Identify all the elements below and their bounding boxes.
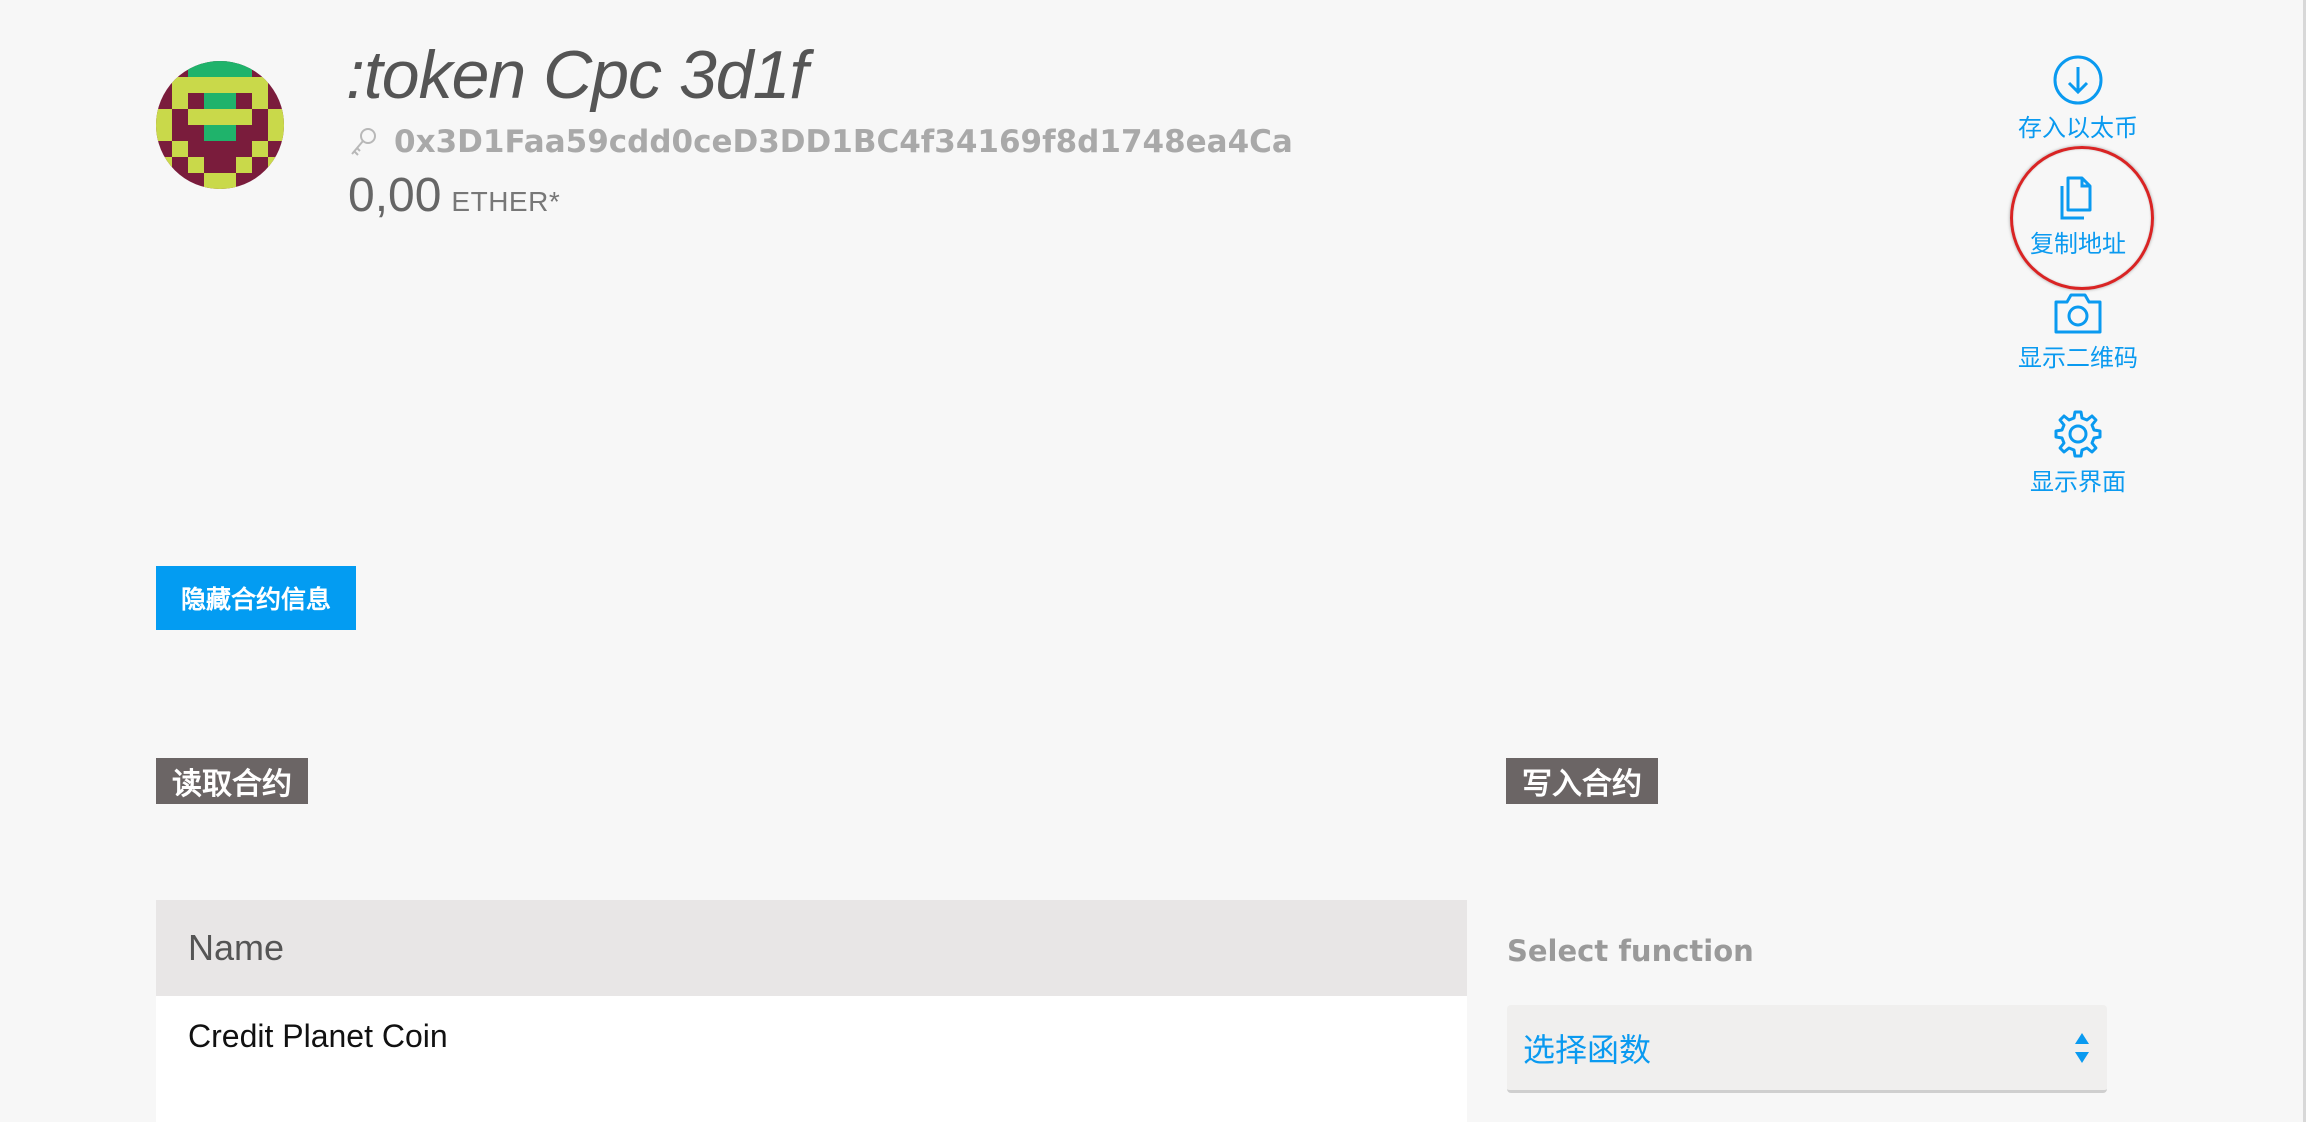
read-name-value: Credit Planet Coin [156,996,1467,1122]
read-contract-table: Name Credit Planet Coin [156,900,1467,1122]
gear-icon [2052,408,2104,460]
page-title: :token Cpc 3d1f [346,37,808,113]
camera-icon [2052,290,2104,336]
select-function-label: Select function [1507,934,1754,968]
address-row: 0x3D1Faa59cdd0ceD3DD1BC4f34169f8d1748ea4… [348,124,1293,160]
hide-contract-info-button[interactable]: 隐藏合约信息 [156,566,356,630]
identicon-avatar [156,61,284,189]
balance-currency: ETHER* [451,186,561,217]
balance-row: 0,00 ETHER* [348,168,560,223]
show-qr-button[interactable]: 显示二维码 [2000,290,2156,373]
show-qr-label: 显示二维码 [2018,344,2138,372]
write-contract-label: 写入合约 [1506,758,1658,804]
show-interface-button[interactable]: 显示界面 [2000,408,2156,497]
balance-value: 0,00 [348,169,442,222]
key-icon [348,126,378,158]
contract-address[interactable]: 0x3D1Faa59cdd0ceD3DD1BC4f34169f8d1748ea4… [394,124,1293,160]
select-function-value: 选择函数 [1523,1030,1652,1069]
download-circle-icon [2052,54,2104,106]
read-contract-label: 读取合约 [156,758,308,804]
highlight-annotation [2010,146,2154,290]
read-name-header: Name [156,900,1467,996]
deposit-ether-button[interactable]: 存入以太币 [2000,54,2156,143]
select-arrows-icon [2073,1031,2091,1065]
select-function-dropdown[interactable]: 选择函数 [1507,1005,2107,1093]
show-interface-label: 显示界面 [2030,468,2126,496]
deposit-ether-label: 存入以太币 [2018,114,2138,142]
